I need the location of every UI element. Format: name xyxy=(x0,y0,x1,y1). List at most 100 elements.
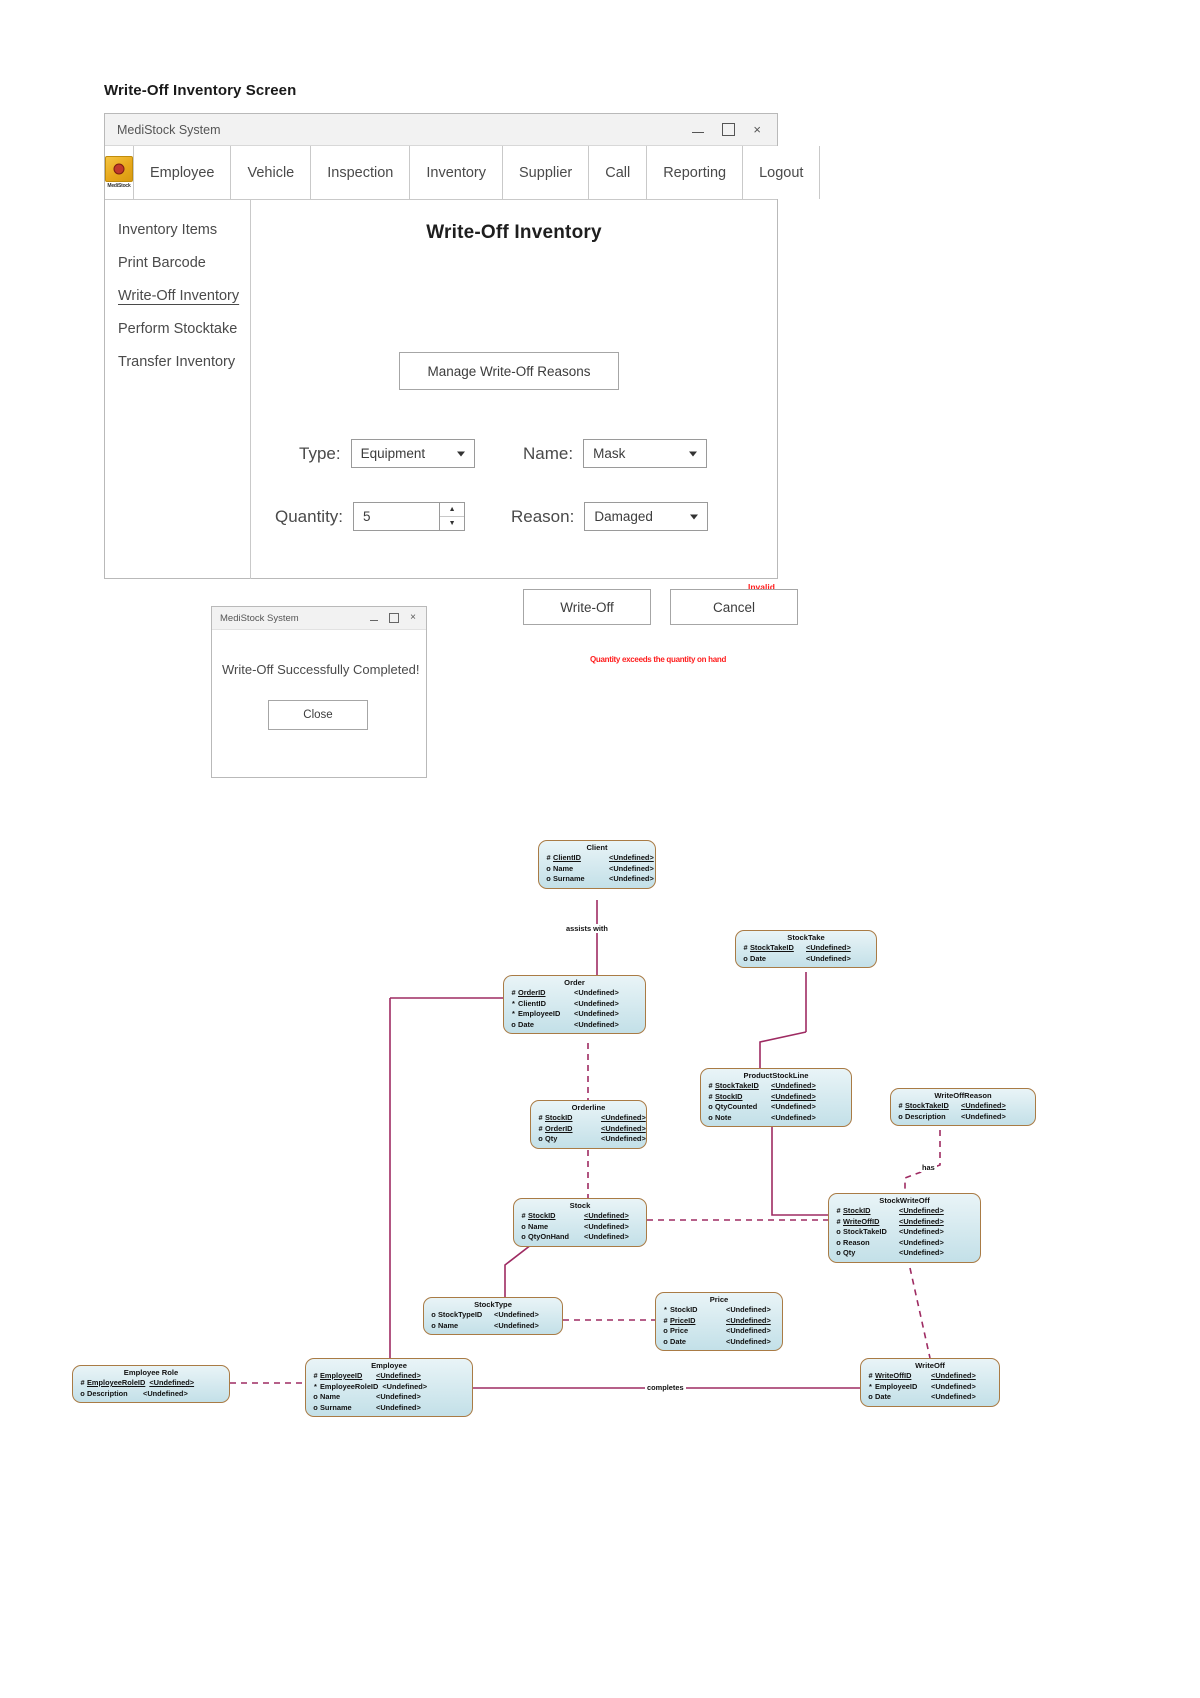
entity-attribute: o Date <Undefined> xyxy=(511,1019,619,1029)
entity-attribute: # ClientID <Undefined> xyxy=(546,853,654,862)
entity-attribute: # StockID <Undefined> xyxy=(538,1113,646,1122)
entity-attribute: o Date <Undefined> xyxy=(868,1392,976,1401)
entity-attribute: o QtyOnHand <Undefined> xyxy=(521,1232,629,1241)
entity-stocktype: StockType o StockTypeID <Undefined> o Name <… xyxy=(423,1297,563,1335)
entity-title: WriteOffReason xyxy=(934,1091,992,1100)
medistock-logo-icon xyxy=(105,156,133,182)
reason-label: Reason: xyxy=(511,506,575,526)
close-icon[interactable]: × xyxy=(753,123,761,136)
reason-field-row: Reason: Damaged xyxy=(511,502,709,531)
dialog-minimize-icon[interactable] xyxy=(370,616,379,621)
maximize-icon[interactable] xyxy=(722,123,736,136)
confirmation-dialog: MediStock System × Write-Off Successfull… xyxy=(211,606,427,778)
app-window: MediStock System × MediStock Employee Ve… xyxy=(104,113,821,664)
entity-attribute: o Qty <Undefined> xyxy=(836,1248,944,1257)
name-select-value: Mask xyxy=(593,446,626,461)
entity-attribute: o StockTypeID <Undefined> xyxy=(431,1310,539,1319)
entity-attribute: # EmployeeRoleID <Undefined> xyxy=(80,1378,195,1387)
nav-item-supplier[interactable]: Supplier xyxy=(503,146,590,199)
sidebar-item-transfer-inventory[interactable]: Transfer Inventory xyxy=(118,354,250,370)
entity-employee: Employee # EmployeeID <Undefined> * Employe… xyxy=(305,1358,473,1417)
nav-item-vehicle[interactable]: Vehicle xyxy=(231,146,312,199)
write-off-button[interactable]: Write-Off xyxy=(523,589,651,625)
entity-stock: Stock # StockID <Undefined> o Name <Undefine… xyxy=(513,1198,647,1247)
entity-title: StockTake xyxy=(787,933,825,942)
sidebar-item-print-barcode[interactable]: Print Barcode xyxy=(118,255,250,271)
type-select[interactable]: Equipment xyxy=(350,439,475,468)
entity-attribute: o Qty <Undefined> xyxy=(538,1134,646,1143)
reason-select-value: Damaged xyxy=(594,509,653,524)
er-diagram: Client # ClientID <Undefined> o Name <Undefi… xyxy=(0,820,1200,1520)
quantity-input-value[interactable]: 5 xyxy=(363,509,439,524)
nav-item-call[interactable]: Call xyxy=(589,146,648,199)
window-title-bar: MediStock System × xyxy=(105,114,777,146)
entity-attribute: o Surname <Undefined> xyxy=(313,1402,421,1412)
nav-item-inventory[interactable]: Inventory xyxy=(410,146,504,199)
entity-title: WriteOff xyxy=(915,1361,945,1370)
entity-title: Client xyxy=(586,843,608,852)
quantity-stepper[interactable]: 5 ▲ ▼ xyxy=(353,502,466,531)
entity-stocktake: StockTake # StockTakeID <Undefined> o Date <… xyxy=(735,930,877,968)
relationship-label-assists-with: assists with xyxy=(564,924,610,933)
sidebar-item-perform-stocktake[interactable]: Perform Stocktake xyxy=(118,321,250,337)
entity-attribute: # StockTakeID <Undefined> xyxy=(743,943,851,952)
entity-attribute: * EmployeeRoleID <Undefined> xyxy=(314,1381,428,1391)
entity-attribute: o Description <Undefined> xyxy=(80,1388,188,1398)
dialog-title: MediStock System xyxy=(220,612,299,624)
type-field-row: Type: Equipment xyxy=(299,439,475,468)
chevron-down-icon xyxy=(690,514,699,519)
dialog-window-controls: × xyxy=(370,613,426,623)
entity-attribute: # OrderID <Undefined> xyxy=(511,988,619,997)
page-title: Write-Off Inventory Screen xyxy=(104,82,297,99)
manage-write-off-reasons-button[interactable]: Manage Write-Off Reasons xyxy=(399,352,619,390)
main-nav: MediStock Employee Vehicle Inspection In… xyxy=(105,146,821,200)
window-title: MediStock System xyxy=(117,122,221,137)
sidebar-item-inventory-items[interactable]: Inventory Items xyxy=(118,222,250,238)
dialog-maximize-icon[interactable] xyxy=(389,613,400,623)
entity-attribute: o Name <Undefined> xyxy=(313,1392,421,1401)
entity-title: Stock xyxy=(569,1201,591,1210)
entity-title: Employee xyxy=(371,1361,407,1370)
entity-attribute: # OrderID <Undefined> xyxy=(538,1123,646,1133)
entity-attribute: # WriteOffID <Undefined> xyxy=(836,1216,944,1226)
content-panel: Write-Off Inventory Manage Write-Off Rea… xyxy=(251,200,798,664)
entity-title: Orderline xyxy=(571,1103,606,1112)
nav-item-employee[interactable]: Employee xyxy=(134,146,232,199)
entity-attribute: # StockTakeID <Undefined> xyxy=(898,1101,1006,1110)
name-select[interactable]: Mask xyxy=(583,439,708,468)
chevron-down-icon xyxy=(689,451,698,456)
entity-attribute: * EmployeeID <Undefined> xyxy=(512,1009,619,1018)
entity-title: StockType xyxy=(474,1300,512,1309)
entity-attribute: o Description <Undefined> xyxy=(898,1111,1006,1121)
entity-attribute: o Date <Undefined> xyxy=(743,953,851,963)
nav-item-reporting[interactable]: Reporting xyxy=(647,146,744,199)
entity-attribute: o Surname <Undefined> xyxy=(546,874,654,883)
quantity-field-row: Quantity: 5 ▲ ▼ xyxy=(275,502,466,531)
sidebar-item-write-off-inventory[interactable]: Write-Off Inventory xyxy=(118,288,250,304)
cancel-button[interactable]: Cancel xyxy=(670,589,798,625)
entity-order: Order # OrderID <Undefined> * ClientID <Unde… xyxy=(503,975,646,1034)
nav-logo-button[interactable]: MediStock xyxy=(105,146,134,199)
minimize-icon[interactable] xyxy=(692,126,705,133)
dialog-close-button[interactable]: Close xyxy=(268,700,368,730)
dialog-close-icon[interactable]: × xyxy=(410,613,416,623)
entity-employeerole: Employee Role # EmployeeRoleID <Undefined>… xyxy=(72,1365,230,1403)
reason-select[interactable]: Damaged xyxy=(584,502,709,531)
entity-attribute: # EmployeeID <Undefined> xyxy=(313,1371,421,1380)
entity-attribute: o QtyCounted <Undefined> xyxy=(708,1102,816,1111)
nav-item-inspection[interactable]: Inspection xyxy=(311,146,411,199)
nav-item-logout[interactable]: Logout xyxy=(743,146,821,199)
window-body: Inventory Items Print Barcode Write-Off … xyxy=(105,200,798,664)
chevron-down-icon xyxy=(456,451,465,456)
quantity-label: Quantity: xyxy=(275,506,344,526)
content-title: Write-Off Inventory xyxy=(426,222,602,243)
logo-caption: MediStock xyxy=(107,183,131,189)
quantity-error-message: Quantity exceeds the quantity on hand xyxy=(590,655,727,664)
entity-attribute: o Reason <Undefined> xyxy=(836,1237,944,1247)
quantity-spinner[interactable]: ▲ ▼ xyxy=(439,503,465,530)
entity-price: Price * StockID <Undefined> # PriceID <Undef… xyxy=(655,1292,783,1351)
entity-attribute: o Name <Undefined> xyxy=(546,863,654,873)
spinner-down-icon[interactable]: ▼ xyxy=(440,517,464,530)
spinner-up-icon[interactable]: ▲ xyxy=(440,503,465,517)
entity-attribute: # StockID <Undefined> xyxy=(708,1091,816,1101)
